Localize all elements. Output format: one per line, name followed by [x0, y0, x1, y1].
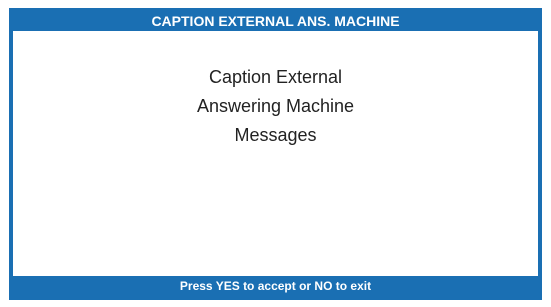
device-screen: CAPTION EXTERNAL ANS. MACHINE Caption Ex…	[9, 8, 542, 300]
screen-title: CAPTION EXTERNAL ANS. MACHINE	[13, 12, 538, 31]
message-line-2: Answering Machine	[196, 96, 355, 116]
message-line-3: Messages	[234, 125, 317, 145]
message-body: Caption External Answering Machine Messa…	[13, 63, 538, 150]
footer-instruction: Press YES to accept or NO to exit	[13, 276, 538, 296]
message-line-1: Caption External	[208, 67, 343, 87]
